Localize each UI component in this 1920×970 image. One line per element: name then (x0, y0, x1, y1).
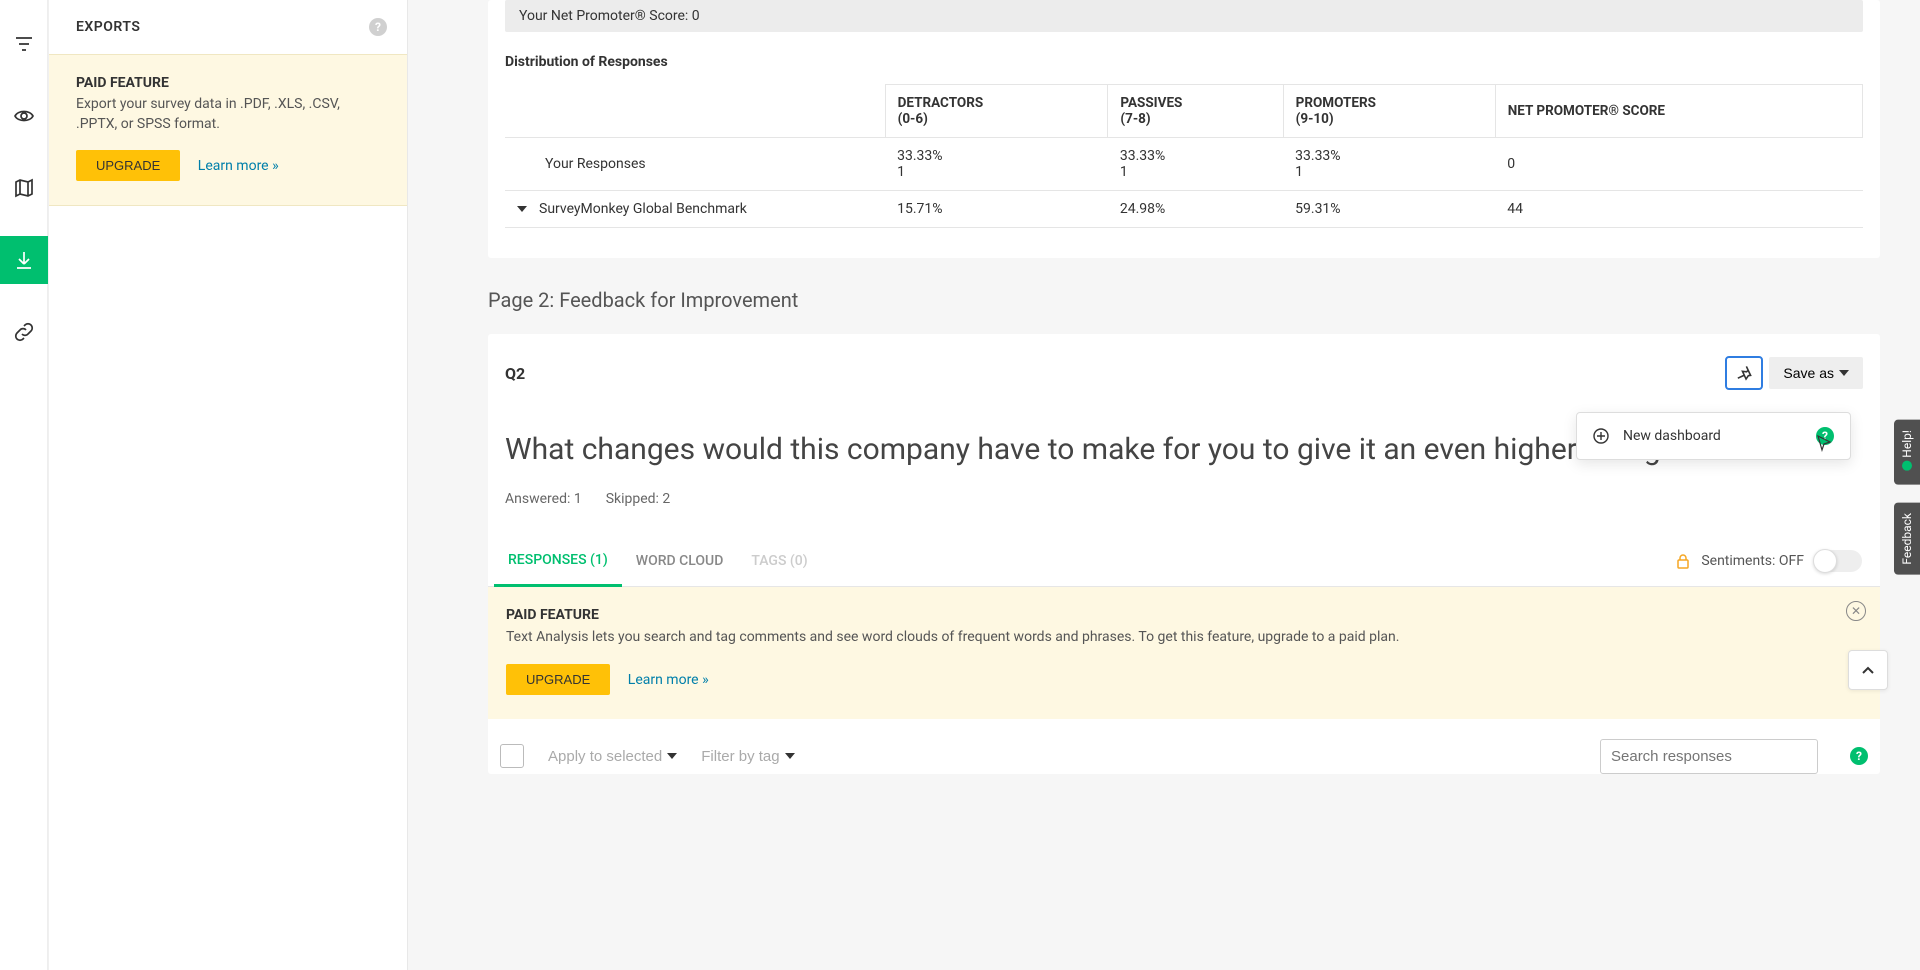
pin-icon (1735, 364, 1753, 382)
link-icon (13, 321, 35, 343)
q2-tabs: RESPONSES (1) WORD CLOUD TAGS (0) Sentim… (488, 537, 1880, 587)
sentiments-label: Sentiments: OFF (1701, 553, 1804, 569)
new-dashboard-item[interactable]: New dashboard (1593, 428, 1721, 444)
chevron-down-icon (667, 753, 677, 759)
lock-icon (1675, 553, 1691, 569)
rail-export[interactable] (0, 236, 48, 284)
question-number: Q2 (505, 364, 525, 383)
rail-filter[interactable] (0, 20, 48, 68)
responses-toolbar: Apply to selected Filter by tag ? (488, 719, 1880, 774)
left-rail (0, 0, 48, 970)
col-npscore: NET PROMOTER® SCORE (1495, 85, 1862, 138)
text-analysis-promo: ✕ PAID FEATURE Text Analysis lets you se… (488, 587, 1880, 719)
chevron-up-icon (1859, 661, 1877, 679)
rail-map[interactable] (0, 164, 48, 212)
rail-share[interactable] (0, 308, 48, 356)
filter-by-tag-button[interactable]: Filter by tag (701, 748, 794, 765)
page-title: Page 2: Feedback for Improvement (488, 288, 1880, 312)
pin-dropdown: New dashboard ? (1576, 412, 1851, 460)
nps-score-box: Your Net Promoter® Score: 0 (505, 0, 1863, 32)
plus-circle-icon (1593, 428, 1609, 444)
table-row: Your Responses 33.33%1 33.33%1 33.33%1 0 (505, 138, 1863, 191)
sidebar-title: EXPORTS (76, 19, 140, 35)
help-icon[interactable]: ? (369, 18, 387, 36)
q2-card: Q2 Save as New dashboard ? (488, 334, 1880, 774)
download-icon (13, 249, 35, 271)
sentiments-toggle[interactable] (1814, 550, 1862, 572)
apply-to-selected-button[interactable]: Apply to selected (548, 748, 677, 765)
expand-row-toggle[interactable] (517, 206, 527, 212)
tab-responses[interactable]: RESPONSES (1) (494, 536, 622, 587)
col-passives: PASSIVES(7-8) (1108, 85, 1283, 138)
eye-icon (13, 105, 35, 127)
paid-feature-label: PAID FEATURE (76, 75, 380, 91)
learn-more-link[interactable]: Learn more » (198, 158, 279, 174)
chevron-down-icon (785, 753, 795, 759)
pin-button[interactable] (1725, 356, 1763, 390)
feedback-tab[interactable]: Feedback (1894, 503, 1920, 575)
help-tab[interactable]: Help! (1894, 420, 1920, 485)
upgrade-button[interactable]: UPGRADE (76, 150, 180, 181)
cursor-icon (1815, 434, 1833, 452)
col-promoters: PROMOTERS(9-10) (1283, 85, 1495, 138)
search-input[interactable] (1611, 748, 1810, 765)
learn-more-link[interactable]: Learn more » (628, 672, 709, 688)
chevron-down-icon (1839, 370, 1849, 376)
col-detractors: DETRACTORS(0-6) (885, 85, 1108, 138)
answered-count: Answered: 1 (505, 491, 582, 507)
close-icon[interactable]: ✕ (1846, 601, 1866, 621)
upgrade-button[interactable]: UPGRADE (506, 664, 610, 695)
scroll-to-top-button[interactable] (1848, 650, 1888, 690)
export-promo: PAID FEATURE Export your survey data in … (49, 54, 407, 206)
save-as-button[interactable]: Save as (1769, 357, 1863, 389)
tab-wordcloud[interactable]: WORD CLOUD (622, 537, 738, 585)
promo-description: Export your survey data in .PDF, .XLS, .… (76, 95, 380, 134)
promo-description: Text Analysis lets you search and tag co… (506, 627, 1426, 648)
table-row: SurveyMonkey Global Benchmark 15.71% 24.… (505, 191, 1863, 228)
distribution-table: DETRACTORS(0-6) PASSIVES(7-8) PROMOTERS(… (505, 84, 1863, 228)
rail-preview[interactable] (0, 92, 48, 140)
map-icon (13, 177, 35, 199)
main-content: Your Net Promoter® Score: 0 Distribution… (408, 0, 1920, 970)
help-icon[interactable]: ? (1850, 747, 1868, 765)
select-all-checkbox[interactable] (500, 744, 524, 768)
tab-tags[interactable]: TAGS (0) (737, 537, 821, 585)
skipped-count: Skipped: 2 (606, 491, 671, 507)
paid-feature-label: PAID FEATURE (506, 607, 1862, 623)
distribution-title: Distribution of Responses (488, 54, 1880, 70)
sidebar: EXPORTS ? PAID FEATURE Export your surve… (48, 0, 408, 970)
filter-icon (13, 33, 35, 55)
q1-card: Your Net Promoter® Score: 0 Distribution… (488, 0, 1880, 258)
search-responses-wrap (1600, 739, 1818, 774)
